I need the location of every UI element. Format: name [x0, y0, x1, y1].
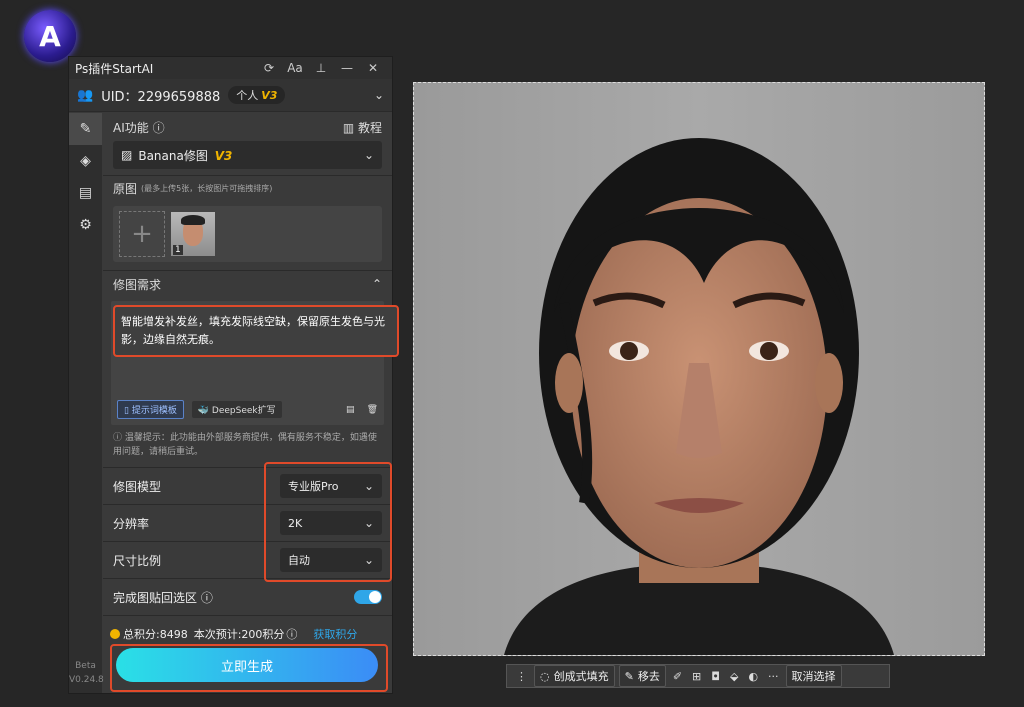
layers-icon[interactable]: ◈ — [69, 145, 102, 177]
resolution-label: 分辨率 — [113, 516, 150, 531]
notes-icon[interactable]: ▤ — [69, 177, 102, 209]
coin-icon — [110, 629, 120, 639]
points-bar: 总积分:8498 本次预计:200积分 ⓘ 获取积分 — [110, 626, 357, 642]
trash-icon[interactable]: 🗑 — [367, 405, 378, 415]
close-icon[interactable]: ✕ — [360, 61, 386, 75]
image-icon: ▨ — [121, 148, 133, 162]
prompt-template-button[interactable]: ▯ 提示词模板 — [117, 400, 184, 419]
panel-title: Ps插件StartAI — [75, 61, 154, 76]
chevron-down-icon: ⌄ — [363, 148, 374, 162]
deepseek-expand-button[interactable]: 🐳 DeepSeek扩写 — [191, 401, 282, 418]
uid-text: UID：2299659888 — [101, 89, 221, 105]
chevron-down-icon[interactable]: ⌄ — [374, 88, 384, 102]
add-image-button[interactable]: + — [119, 211, 165, 257]
ai-function-header: AI功能 ⓘ ▥ 教程 — [103, 113, 392, 141]
ai-function-label: AI功能 — [113, 120, 149, 135]
model-label: 修图模型 — [113, 479, 162, 494]
remove-button[interactable]: ✎ 移去 — [618, 665, 666, 687]
panel-titlebar: Ps插件StartAI ⟳ Aa ⊥ — ✕ — [69, 57, 392, 79]
minimize-icon[interactable]: — — [334, 61, 360, 75]
request-header[interactable]: 修图需求 ⌃ — [103, 271, 392, 297]
paste-back-label: 完成图贴回选区 — [113, 590, 198, 605]
service-tip: ⓘ 温馨提示：此功能由外部服务商提供，偶有服务不稳定，如遇使用问题，请稍后重试。 — [113, 433, 377, 457]
users-icon: 👥 — [77, 87, 94, 103]
account-bar[interactable]: 👥 UID：2299659888 个人 V3 ⌄ — [69, 79, 392, 112]
source-hint: (最多上传5张，长按图片可拖拽排序) — [141, 183, 273, 193]
deselect-button[interactable]: 取消选择 — [785, 665, 842, 687]
tutorial-link[interactable]: ▥ 教程 — [343, 119, 382, 136]
adjust-icon[interactable]: ◐ — [748, 670, 758, 683]
brush-icon[interactable]: ✐ — [673, 670, 682, 683]
mask-icon[interactable]: ◘ — [711, 670, 720, 683]
settings-highlight — [264, 462, 392, 582]
more-icon[interactable]: ··· — [768, 670, 779, 683]
source-images: + 1 — [113, 206, 382, 262]
contextual-taskbar: ⋮ ◌ 创成式填充 ✎ 移去 ✐ ⊞ ◘ ⬙ ◐ ··· 取消选择 — [506, 664, 890, 688]
estimate-points: 本次预计:200积分 — [193, 628, 285, 641]
transform-icon[interactable]: ⊞ — [692, 670, 701, 683]
paste-back-row: 完成图贴回选区 ⓘ — [103, 578, 392, 616]
edit-icon[interactable]: ✎ — [69, 113, 102, 145]
history-icon[interactable]: ▤ — [346, 405, 355, 415]
thumb-index: 1 — [173, 245, 183, 255]
portrait-image — [504, 138, 894, 655]
request-textarea[interactable]: 智能增发补发丝，填充发际线空缺，保留原生发色与光影，边缘自然无痕。 ▯ 提示词模… — [111, 301, 399, 425]
side-nav: ✎ ◈ ▤ ⚙ Beta V0.24.8 — [69, 113, 104, 693]
info-icon[interactable]: ⓘ — [286, 626, 297, 642]
beta-label: Beta — [75, 661, 96, 671]
generative-fill-button[interactable]: ◌ 创成式填充 — [534, 665, 615, 687]
version-label: V0.24.8 — [69, 675, 104, 685]
paste-back-toggle[interactable] — [354, 590, 382, 604]
pin-icon[interactable]: ⊥ — [308, 61, 334, 75]
request-label: 修图需求 — [113, 277, 162, 292]
drag-handle-icon[interactable]: ⋮ — [516, 670, 527, 683]
document-canvas[interactable] — [413, 82, 985, 656]
get-points-link[interactable]: 获取积分 — [313, 626, 357, 642]
refresh-icon[interactable]: ⟳ — [256, 61, 282, 75]
startai-logo: A — [24, 10, 76, 62]
info-icon[interactable]: ⓘ — [153, 121, 165, 135]
source-thumbnail[interactable]: 1 — [171, 212, 215, 256]
info-icon[interactable]: ⓘ — [201, 591, 213, 605]
font-size-icon[interactable]: Aa — [282, 61, 308, 75]
plan-badge: 个人 V3 — [228, 86, 286, 104]
ratio-label: 尺寸比例 — [113, 553, 162, 568]
total-points: 总积分:8498 — [123, 628, 188, 641]
ai-function-select[interactable]: ▨ Banana修图 V3 ⌄ — [113, 141, 382, 169]
generate-button[interactable]: 立即生成 — [116, 648, 378, 682]
plugin-panel: Ps插件StartAI ⟳ Aa ⊥ — ✕ 👥 UID：2299659888 … — [68, 56, 399, 694]
source-header: 原图 (最多上传5张，长按图片可拖拽排序) — [103, 176, 392, 200]
panel-content: AI功能 ⓘ ▥ 教程 ▨ Banana修图 V3 ⌄ 原图 (最多上传5张，长… — [103, 113, 399, 693]
gear-icon[interactable]: ⚙ — [69, 209, 102, 241]
request-text[interactable]: 智能增发补发丝，填充发际线空缺，保留原生发色与光影，边缘自然无痕。 — [113, 305, 399, 357]
fill-icon[interactable]: ⬙ — [730, 670, 738, 683]
source-label: 原图 — [113, 181, 138, 196]
chevron-up-icon[interactable]: ⌃ — [372, 277, 382, 291]
